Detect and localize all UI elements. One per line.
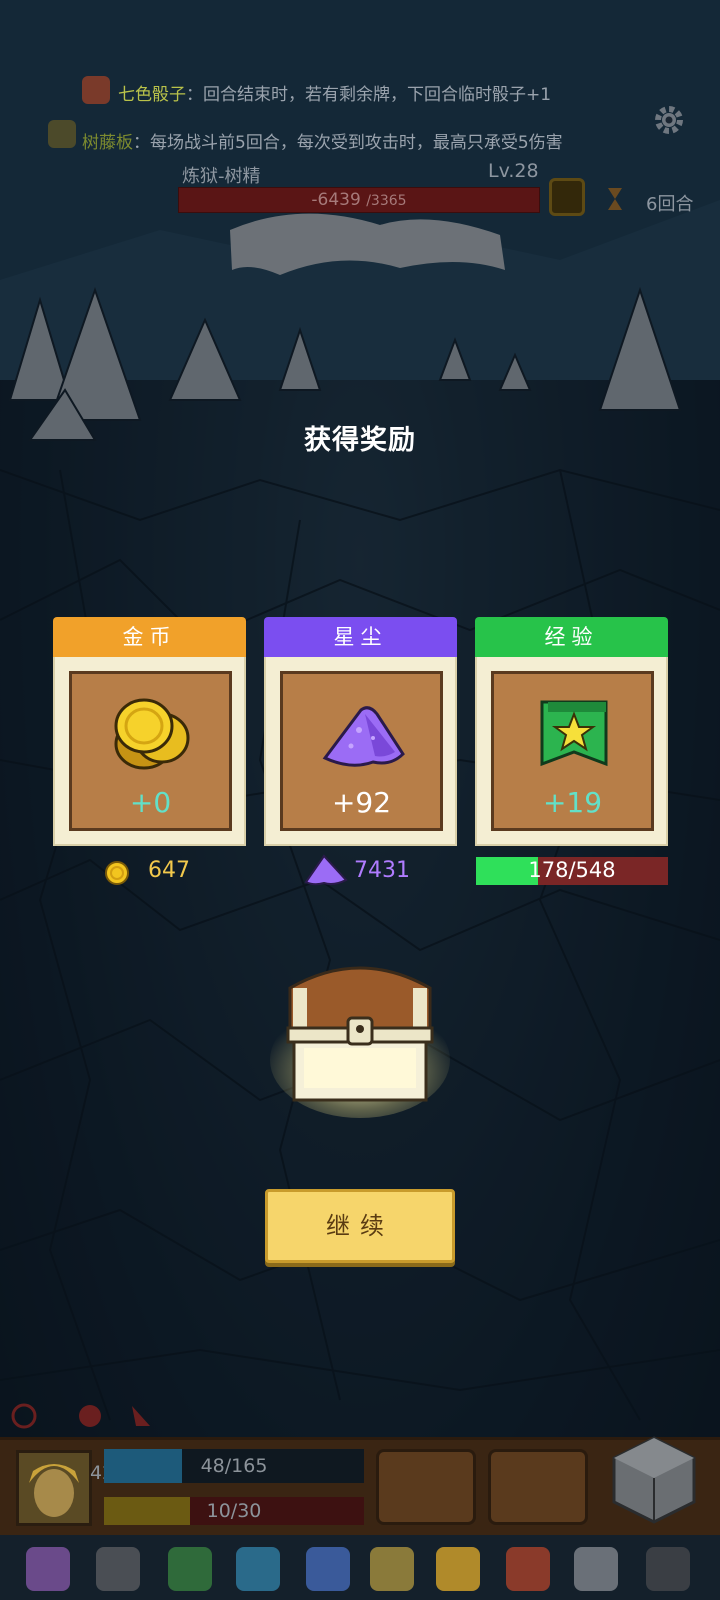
stardust-icon [304, 854, 348, 886]
card-label: 金币 [122, 625, 177, 649]
gold-coins-icon [114, 698, 190, 770]
enemy-hp-current: -6439 [311, 190, 361, 210]
enemy-hp-bar: -6439 /3365 [178, 187, 540, 213]
relic-slot-meat-icon[interactable] [506, 1547, 550, 1591]
relic-slot-egg-icon[interactable] [646, 1547, 690, 1591]
relic-slot-feather-icon[interactable] [370, 1547, 414, 1591]
relic-effect-line: 树藤板：每场战斗前5回合，每次受到攻击时，最高只承受5伤害 [82, 128, 563, 153]
continue-button[interactable]: 继续 [265, 1189, 455, 1263]
treasure-chest-icon [270, 966, 450, 1118]
card-label: 星尘 [333, 625, 388, 649]
relic-slot-orbs-icon[interactable] [306, 1547, 350, 1591]
card-body: +19 [475, 657, 668, 846]
gold-total: 647 [148, 858, 190, 883]
card-header: 经验 [475, 617, 668, 657]
card-value: +19 [542, 786, 603, 819]
relic-slot-armor-icon[interactable] [96, 1547, 140, 1591]
reward-card-exp: 经验 +19 [475, 617, 668, 846]
relic-name: 树藤板 [82, 133, 133, 153]
card-header: 金币 [53, 617, 246, 657]
skill-slot-1[interactable] [376, 1449, 476, 1525]
enemy-intent-icon[interactable] [549, 178, 585, 216]
stardust-total: 7431 [354, 858, 410, 883]
player-avatar[interactable] [16, 1450, 92, 1526]
seven-color-dice-icon [82, 76, 110, 104]
player-hp-text: 48/165 [200, 1455, 268, 1477]
card-label: 经验 [544, 625, 599, 649]
settings-gear-icon[interactable] [651, 102, 687, 138]
relic-name: 七色骰子 [118, 85, 186, 105]
skill-slot-2[interactable] [488, 1449, 588, 1525]
stardust-pile-icon [322, 706, 405, 767]
relic-desc: 每场战斗前5回合，每次受到攻击时，最高只承受5伤害 [150, 133, 563, 153]
card-body: +0 [53, 657, 246, 846]
player-hp-bar: 48/165 [104, 1449, 364, 1483]
dice-button-icon[interactable] [606, 1432, 702, 1528]
card-header: 星尘 [264, 617, 457, 657]
relic-slot-shield-icon[interactable] [236, 1547, 280, 1591]
relic-inventory-bar [0, 1535, 720, 1600]
relic-slot-wing-icon[interactable] [574, 1547, 618, 1591]
gold-coin-icon [105, 861, 129, 885]
hourglass-icon [608, 188, 622, 210]
player-energy-text: 10/30 [206, 1500, 262, 1522]
hero-portrait-icon [19, 1453, 89, 1523]
relic-slot-mask-icon[interactable] [26, 1547, 70, 1591]
relic-slot-book-icon[interactable] [168, 1547, 212, 1591]
card-inner: +0 [69, 671, 232, 831]
reward-title: 获得奖励 [304, 425, 416, 456]
player-status-icons [11, 1403, 150, 1429]
reward-card-stardust: 星尘 +92 [264, 617, 457, 846]
top-hud: 七色骰子：回合结束时，若有剩余牌，下回合临时骰子+1 树藤板：每场战斗前5回合，… [0, 0, 720, 230]
card-body: +92 [264, 657, 457, 846]
exp-progress-bar: 178/548 [476, 857, 668, 885]
vine-board-icon [48, 120, 76, 148]
enemy-level: Lv.28 [488, 160, 539, 182]
relic-separator: ： [186, 85, 203, 105]
relic-effect-line: 七色骰子：回合结束时，若有剩余牌，下回合临时骰子+1 [118, 80, 551, 105]
relic-slot-crown-icon[interactable] [436, 1547, 480, 1591]
exp-star-banner-icon [540, 700, 608, 767]
card-value: +0 [129, 786, 172, 819]
enemy-hp-max: /3365 [366, 193, 407, 209]
reward-card-gold: 金币 +0 [53, 617, 246, 846]
card-value: +92 [331, 786, 392, 819]
player-energy-bar: 10/30 [104, 1497, 364, 1525]
enemy-hp-text: -6439 /3365 [179, 190, 539, 210]
relic-desc: 回合结束时，若有剩余牌，下回合临时骰子+1 [203, 85, 552, 105]
relic-separator: ： [133, 133, 150, 153]
round-counter: 6回合 [646, 194, 694, 215]
card-inner: +19 [491, 671, 654, 831]
exp-progress-text: 178/548 [528, 858, 616, 882]
card-inner: +92 [280, 671, 443, 831]
enemy-name: 炼狱-树精 [182, 166, 261, 187]
